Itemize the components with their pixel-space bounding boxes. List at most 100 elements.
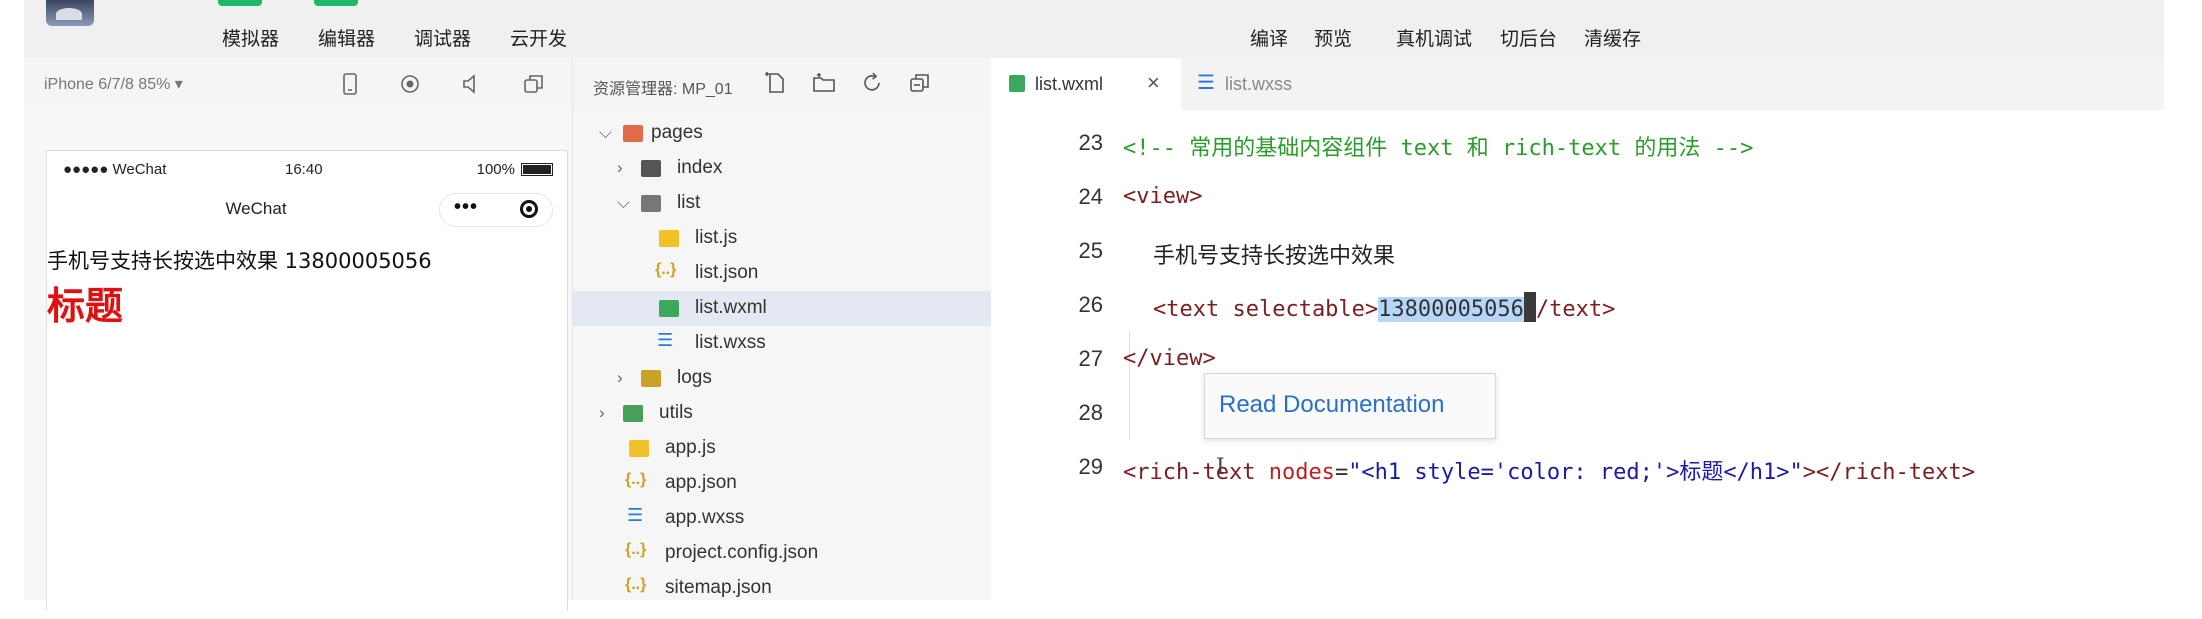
toolbar-compile-button[interactable]: 编译 xyxy=(1250,24,1288,51)
explorer-header: 资源管理器: MP_01 xyxy=(572,58,991,111)
tooltip-label[interactable]: Read Documentation xyxy=(1219,391,1444,419)
tree-item-utils[interactable]: › utils xyxy=(573,396,991,431)
simulator-area: ●●●●● WeChat 16:40 100% WeChat ••• 手机号支持… xyxy=(24,110,572,611)
nav-title: WeChat xyxy=(225,199,287,218)
json-file-icon: {..} xyxy=(625,576,647,593)
tree-item-label: sitemap.json xyxy=(665,577,772,598)
folder-open-icon xyxy=(623,125,643,142)
main-toolbar: 模拟器 编辑器 调试器 云开发 编译 预览 真机调试 切后台 清缓存 xyxy=(24,0,2164,59)
chevron-down-icon[interactable]: ⌵ xyxy=(617,193,630,213)
tree-item-label: app.wxss xyxy=(665,507,745,528)
code-text-highlighted: <text selectable>13800005056/text> xyxy=(1153,292,1615,322)
code-line: 23 <!-- 常用的基础内容组件 text 和 rich-text 的用法 -… xyxy=(991,124,2164,164)
chevron-right-icon[interactable]: › xyxy=(617,158,623,178)
wxml-file-icon xyxy=(659,300,679,317)
tree-item-list-js[interactable]: list.js xyxy=(573,221,991,256)
battery-icon xyxy=(521,163,553,176)
tree-item-label: list.js xyxy=(695,227,738,248)
tree-item-app-json[interactable]: {..} app.json xyxy=(573,466,991,501)
editor-active-indicator xyxy=(314,0,358,6)
line-number: 28 xyxy=(1078,400,1103,425)
tree-item-list-wxml[interactable]: list.wxml xyxy=(573,291,991,326)
chevron-right-icon[interactable]: › xyxy=(617,368,623,388)
close-tab-icon[interactable]: × xyxy=(1147,70,1160,96)
wxss-file-icon: ☰ xyxy=(627,505,644,525)
toolbar-editor-button[interactable]: 编辑器 xyxy=(318,24,375,51)
tab-label: list.wxss xyxy=(1225,74,1292,94)
toolbar-background-button[interactable]: 切后台 xyxy=(1500,24,1557,51)
code-text: <view> xyxy=(1123,184,1203,209)
phone-screen: ●●●●● WeChat 16:40 100% WeChat ••• 手机号支持… xyxy=(46,150,568,611)
refresh-icon[interactable] xyxy=(859,70,885,96)
toolbar-preview-button[interactable]: 预览 xyxy=(1314,24,1352,51)
tree-item-label: list.wxss xyxy=(695,332,766,353)
code-text: <!-- 常用的基础内容组件 text 和 rich-text 的用法 --> xyxy=(1123,136,1754,161)
js-file-icon xyxy=(659,230,679,247)
line-number: 25 xyxy=(1078,238,1103,263)
phone-icon[interactable] xyxy=(336,70,364,98)
toolbar-cloud-button[interactable]: 云开发 xyxy=(510,24,567,51)
record-icon[interactable] xyxy=(396,70,424,98)
tab-label: list.wxml xyxy=(1035,74,1103,94)
tree-item-label: list.wxml xyxy=(695,297,767,318)
tree-item-project-config[interactable]: {..} project.config.json xyxy=(573,536,991,571)
code-editor[interactable]: 23 <!-- 常用的基础内容组件 text 和 rich-text 的用法 -… xyxy=(991,110,2164,610)
folder-open-icon xyxy=(641,195,661,212)
tab-list-wxml[interactable]: list.wxml × xyxy=(991,58,1181,110)
code-line: 25 手机号支持长按选中效果 xyxy=(991,232,2164,272)
json-file-icon: {..} xyxy=(625,541,647,558)
tree-item-app-wxss[interactable]: ☰ app.wxss xyxy=(573,501,991,536)
detach-window-icon[interactable] xyxy=(520,70,548,98)
json-file-icon: {..} xyxy=(655,261,677,278)
tree-item-list-wxss[interactable]: ☰ list.wxss xyxy=(573,326,991,361)
tab-list-wxss[interactable]: ☰ list.wxss xyxy=(1181,58,1361,110)
new-file-icon[interactable] xyxy=(763,70,789,96)
tree-item-label: pages xyxy=(651,122,703,143)
tree-item-sitemap[interactable]: {..} sitemap.json xyxy=(573,571,991,600)
toolbar-device-debug-button[interactable]: 真机调试 xyxy=(1396,24,1472,51)
wxss-file-icon: ☰ xyxy=(657,330,674,350)
line-number: 29 xyxy=(1078,454,1103,479)
simulator-header: iPhone 6/7/8 85% ▾ xyxy=(24,58,572,111)
volume-icon[interactable] xyxy=(456,70,484,98)
tree-item-app-js[interactable]: app.js xyxy=(573,431,991,466)
rich-text-heading: 标题 xyxy=(47,284,124,328)
toolbar-debugger-button[interactable]: 调试器 xyxy=(414,24,471,51)
json-file-icon: {..} xyxy=(625,471,647,488)
editor-tab-bar: list.wxml × ☰ list.wxss xyxy=(991,58,2164,111)
tree-item-label: index xyxy=(677,157,723,178)
new-folder-icon[interactable] xyxy=(811,70,837,96)
tree-item-index[interactable]: › index xyxy=(573,151,991,186)
tree-item-pages[interactable]: ⌵ pages xyxy=(573,116,991,151)
chevron-down-icon[interactable]: ⌵ xyxy=(599,123,612,143)
toolbar-simulator-button[interactable]: 模拟器 xyxy=(222,24,279,51)
line-number: 26 xyxy=(1078,292,1103,317)
navigation-bar: WeChat ••• xyxy=(47,187,567,227)
more-icon[interactable]: ••• xyxy=(454,196,478,219)
code-line: 26 <text selectable>13800005056/text> xyxy=(991,286,2164,326)
tree-item-list-json[interactable]: {..} list.json xyxy=(573,256,991,291)
collapse-all-icon[interactable] xyxy=(907,70,933,96)
code-text: </view> xyxy=(1123,346,1216,371)
device-select[interactable]: iPhone 6/7/8 85% ▾ xyxy=(44,74,183,94)
close-miniprogram-icon[interactable] xyxy=(520,200,538,218)
code-line: 28 xyxy=(991,394,2164,434)
code-text-highlighted: <rich-text nodes="<h1 style='color: red;… xyxy=(1123,460,1975,485)
capsule-menu[interactable]: ••• xyxy=(439,193,553,227)
code-line: 29 <rich-text nodes="<h1 style='color: r… xyxy=(991,448,2164,488)
wxml-file-icon xyxy=(1009,75,1025,92)
avatar[interactable] xyxy=(46,0,94,26)
read-documentation-tooltip[interactable]: Read Documentation xyxy=(1204,373,1496,439)
tree-item-label: app.json xyxy=(665,472,737,493)
selectable-text[interactable]: 手机号支持长按选中效果 13800005056 xyxy=(47,245,432,275)
toolbar-clear-cache-button[interactable]: 清缓存 xyxy=(1584,24,1641,51)
wxss-file-icon: ☰ xyxy=(1197,72,1215,94)
tree-item-list[interactable]: ⌵ list xyxy=(573,186,991,221)
tree-item-label: list.json xyxy=(695,262,759,283)
tree-item-logs[interactable]: › logs xyxy=(573,361,991,396)
tree-item-label: app.js xyxy=(665,437,716,458)
line-number: 27 xyxy=(1078,346,1103,371)
code-line: 24 <view> xyxy=(991,178,2164,218)
folder-icon xyxy=(641,370,661,387)
chevron-right-icon[interactable]: › xyxy=(599,403,605,423)
